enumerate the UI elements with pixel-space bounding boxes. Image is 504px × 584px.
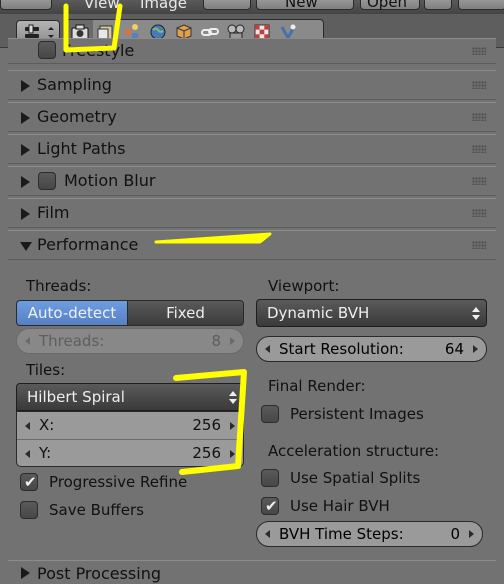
drag-grip-icon[interactable] — [472, 81, 486, 89]
updown-arrow-icon — [472, 307, 480, 312]
menu-image[interactable]: Image — [140, 0, 187, 12]
panel-sampling-label: Sampling — [37, 75, 112, 94]
tile-x-field[interactable]: X: 256 — [17, 412, 243, 439]
menubar: View Image New Open — [0, 0, 504, 14]
decrement-arrow-icon[interactable] — [25, 450, 30, 458]
panel-geometry[interactable]: Geometry — [8, 102, 496, 132]
progressive-refine-label: Progressive Refine — [49, 473, 188, 491]
expand-triangle-icon — [21, 208, 30, 220]
drag-grip-icon[interactable] — [472, 209, 486, 217]
use-hair-bvh-label: Use Hair BVH — [290, 497, 390, 515]
bvh-time-steps-field[interactable]: BVH Time Steps: 0 — [256, 521, 483, 547]
checkmark-icon: ✔ — [24, 473, 37, 491]
image-browse-button[interactable] — [203, 0, 251, 10]
panel-performance-label: Performance — [37, 235, 139, 254]
drag-grip-icon[interactable] — [472, 47, 486, 55]
increment-arrow-icon[interactable] — [473, 345, 478, 353]
panel-geometry-label: Geometry — [37, 107, 117, 126]
decrement-arrow-icon[interactable] — [25, 422, 30, 430]
acceleration-structure-label: Acceleration structure: — [268, 442, 440, 460]
motion-blur-checkbox[interactable] — [38, 172, 56, 190]
menu-view[interactable]: View — [84, 0, 120, 12]
save-buffers-label: Save Buffers — [49, 501, 144, 519]
panel-motion-blur[interactable]: Motion Blur — [8, 166, 496, 196]
decrement-arrow-icon[interactable] — [265, 345, 270, 353]
increment-arrow-icon[interactable] — [469, 530, 474, 538]
editor-type-button[interactable] — [0, 0, 52, 10]
save-buffers-checkbox[interactable] — [20, 501, 38, 519]
panel-light-paths-label: Light Paths — [37, 139, 126, 158]
panel-post-processing[interactable]: Post Processing — [8, 560, 496, 583]
panel-freestyle[interactable]: Freestyle — [8, 38, 496, 64]
start-resolution-field[interactable]: Start Resolution: 64 — [256, 336, 487, 362]
collapse-triangle-icon — [20, 242, 32, 251]
expand-triangle-icon — [21, 80, 30, 92]
new-image-button[interactable]: New — [256, 0, 354, 10]
expand-triangle-icon — [21, 144, 30, 156]
panel-performance[interactable]: Performance — [8, 230, 496, 260]
progressive-refine-checkbox[interactable]: ✔ — [20, 473, 38, 491]
viewport-label: Viewport: — [268, 277, 340, 295]
tile-size-fields: X: 256 Y: 256 — [16, 411, 244, 467]
decrement-arrow-icon[interactable] — [265, 530, 270, 538]
panel-film[interactable]: Film — [8, 198, 496, 228]
threads-auto-detect-button[interactable]: Auto-detect — [16, 300, 128, 326]
persistent-images-checkbox[interactable] — [261, 405, 279, 423]
open-image-button[interactable]: Open — [360, 0, 420, 10]
increment-arrow-icon[interactable] — [230, 450, 235, 458]
tile-y-field[interactable]: Y: 256 — [17, 439, 243, 466]
threads-label: Threads: — [26, 277, 92, 295]
threads-fixed-button[interactable]: Fixed — [127, 300, 244, 326]
use-spatial-splits-checkbox[interactable] — [261, 469, 279, 487]
panel-sampling[interactable]: Sampling — [8, 70, 496, 100]
drag-grip-icon[interactable] — [472, 113, 486, 121]
tile-order-dropdown[interactable]: Hilbert Spiral — [16, 383, 244, 411]
final-render-label: Final Render: — [268, 377, 366, 395]
panel-light-paths[interactable]: Light Paths — [8, 134, 496, 164]
drag-grip-icon[interactable] — [472, 145, 486, 153]
use-spatial-splits-label: Use Spatial Splits — [290, 469, 421, 487]
drag-grip-icon[interactable] — [472, 177, 486, 185]
increment-arrow-icon[interactable] — [230, 422, 235, 430]
drag-grip-icon[interactable] — [472, 241, 486, 249]
increment-arrow-icon — [230, 337, 235, 345]
panel-post-processing-label: Post Processing — [37, 564, 161, 583]
pin-button[interactable] — [424, 0, 452, 10]
expand-triangle-icon — [21, 176, 30, 188]
display-browse-button[interactable] — [458, 0, 504, 10]
decrement-arrow-icon — [25, 337, 30, 345]
viewport-bvh-dropdown[interactable]: Dynamic BVH — [256, 299, 487, 327]
checkmark-icon: ✔ — [265, 497, 278, 515]
persistent-images-label: Persistent Images — [290, 405, 424, 423]
panel-film-label: Film — [37, 203, 70, 222]
threads-count-field: Threads: 8 — [16, 328, 244, 354]
expand-triangle-icon — [21, 567, 30, 579]
use-hair-bvh-checkbox[interactable]: ✔ — [261, 497, 279, 515]
panel-freestyle-label: Freestyle — [62, 41, 135, 60]
updown-arrow-icon — [229, 391, 237, 396]
tiles-label: Tiles: — [26, 361, 66, 379]
expand-triangle-icon — [21, 112, 30, 124]
panel-motion-blur-label: Motion Blur — [64, 171, 156, 190]
freestyle-checkbox[interactable] — [38, 41, 56, 59]
